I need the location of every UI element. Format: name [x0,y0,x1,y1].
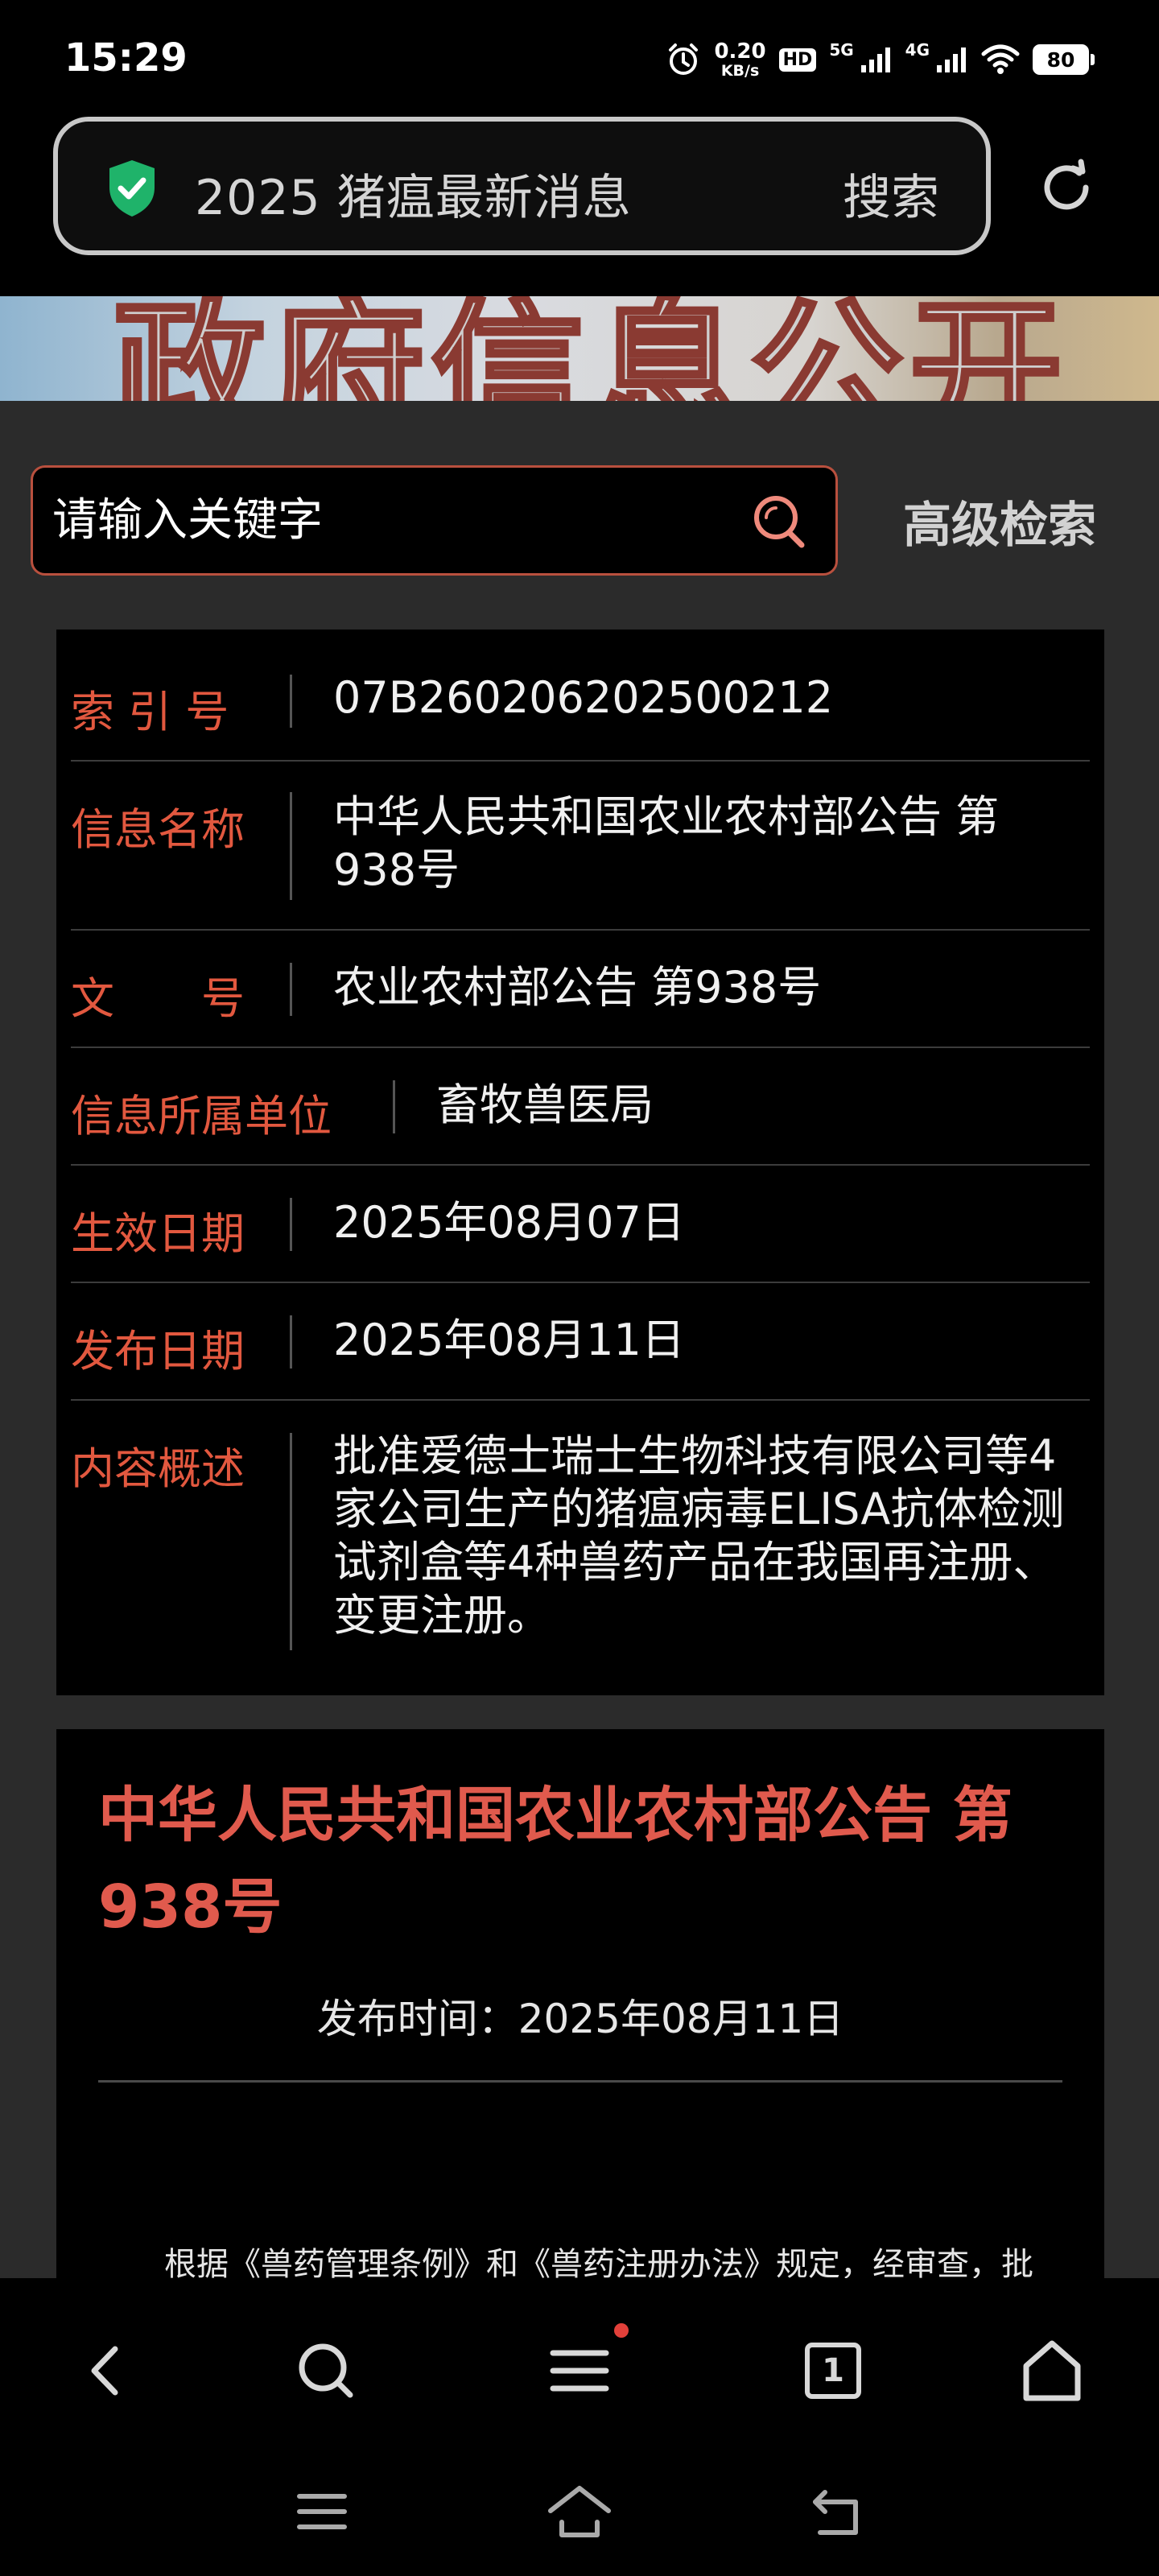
signal-4g-icon [936,46,968,73]
battery-level: 80 [1046,47,1075,72]
info-label: 信息所属单位 [71,1091,332,1141]
search-icon[interactable] [749,490,813,558]
info-value: 中华人民共和国农业农村部公告 第938号 [333,791,1000,895]
search-icon[interactable] [282,2326,370,2415]
info-value: 2025年08月07日 [333,1197,685,1248]
address-bar[interactable]: 2025 猪瘟最新消息 搜索 [53,117,991,255]
battery-icon: 80 [1033,44,1095,75]
signal-4g-label: 4G [905,40,930,60]
info-row-effective-date: 生效日期 2025年08月07日 [71,1166,1090,1283]
info-label: 发布日期 [71,1326,245,1377]
status-time: 15:29 [64,35,188,80]
info-label: 文 号 [71,973,245,1024]
keyword-search-input[interactable] [52,492,761,548]
network-speed: 0.20 KB/s [714,41,765,79]
home-icon[interactable] [1008,2326,1096,2415]
refresh-icon[interactable] [1030,151,1103,224]
info-row-summary: 内容概述 批准爱德士瑞士生物科技有限公司等4家公司生产的猪瘟病毒ELISA抗体检… [71,1401,1090,1695]
notification-dot [614,2323,629,2338]
info-row-doc-number: 文 号 农业农村部公告 第938号 [71,931,1090,1048]
network-speed-value: 0.20 [714,39,766,64]
keyword-search-box[interactable] [31,465,838,576]
article-title: 中华人民共和国农业农村部公告 第938号 [98,1781,1013,1942]
info-row-department: 信息所属单位 畜牧兽医局 [71,1048,1090,1166]
alarm-icon [666,42,701,77]
info-row-index: 索 引 号 07B260206202500212 [71,630,1090,762]
status-bar: 15:29 0.20 KB/s HD 5G 4G 80 [0,0,1159,113]
advanced-search-link[interactable]: 高级检索 [903,486,1096,556]
recent-apps-icon[interactable] [278,2471,366,2552]
info-row-title: 信息名称 中华人民共和国农业农村部公告 第938号 [71,762,1090,931]
browser-toolbar: 1 [0,2278,1159,2447]
system-navigation-bar [0,2447,1159,2576]
info-row-publish-date: 发布日期 2025年08月11日 [71,1283,1090,1401]
page-banner: 政府信息公开 [0,296,1159,401]
article-divider [98,2080,1062,2083]
shield-check-icon [106,159,158,221]
address-query[interactable]: 2025 猪瘟最新消息 [195,159,632,229]
address-search-button[interactable]: 搜索 [843,159,939,229]
info-label: 内容概述 [71,1443,245,1494]
info-value: 农业农村部公告 第938号 [333,962,822,1013]
banner-title: 政府信息公开 [110,296,1070,401]
page-content: 高级检索 索 引 号 07B260206202500212 信息名称 中华人民共… [0,401,1159,2283]
system-home-icon[interactable] [535,2471,624,2552]
info-table: 索 引 号 07B260206202500212 信息名称 中华人民共和国农业农… [56,630,1104,1695]
info-label: 信息名称 [71,804,245,855]
info-value: 2025年08月11日 [333,1315,685,1365]
menu-icon[interactable] [535,2323,629,2415]
signal-5g-label: 5G [829,40,854,60]
back-icon[interactable] [63,2326,151,2415]
signal-5g-icon [860,46,893,73]
hd-icon: HD [778,47,817,72]
info-value: 畜牧兽医局 [436,1080,654,1130]
tab-count: 1 [822,2352,844,2389]
info-label: 生效日期 [71,1208,245,1259]
tabs-icon[interactable]: 1 [789,2326,877,2415]
info-value: 批准爱德士瑞士生物科技有限公司等4家公司生产的猪瘟病毒ELISA抗体检测试剂盒等… [333,1430,1065,1641]
info-label: 索 引 号 [71,687,229,737]
article-publish-time: 发布时间：2025年08月11日 [316,1996,844,2042]
network-speed-unit: KB/s [720,61,760,80]
status-icons: 0.20 KB/s HD 5G 4G 80 [666,37,1095,82]
wifi-icon [981,44,1020,75]
info-value: 07B260206202500212 [333,672,834,723]
article: 中华人民共和国农业农村部公告 第938号 发布时间：2025年08月11日 根据… [56,1729,1104,2283]
system-back-icon[interactable] [793,2471,881,2552]
